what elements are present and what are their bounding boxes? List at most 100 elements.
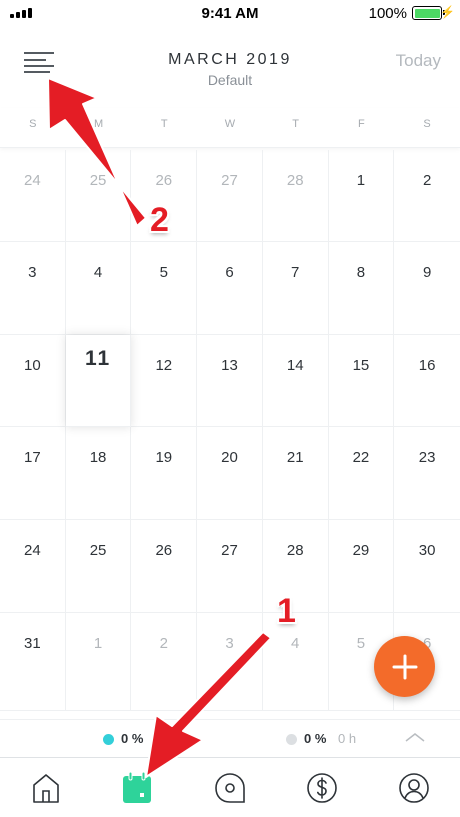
day-number: 7 bbox=[291, 264, 300, 281]
battery-percentage: 100% bbox=[368, 5, 407, 22]
summary-dot-right bbox=[286, 734, 297, 745]
day-number: 6 bbox=[225, 264, 234, 281]
day-number: 13 bbox=[221, 357, 238, 374]
calendar-day[interactable]: 8 bbox=[328, 242, 395, 335]
tab-money[interactable] bbox=[292, 764, 352, 812]
day-number: 14 bbox=[286, 357, 304, 374]
day-number: 18 bbox=[89, 449, 107, 466]
day-number: 25 bbox=[89, 172, 107, 189]
tab-location[interactable] bbox=[200, 764, 260, 812]
day-number: 2 bbox=[159, 635, 168, 652]
calendar-day[interactable]: 23 bbox=[394, 427, 460, 520]
calendar-day[interactable]: 1 bbox=[65, 613, 132, 711]
day-number: 31 bbox=[24, 635, 41, 652]
calendar-day[interactable]: 14 bbox=[262, 335, 329, 427]
calendar-day[interactable]: 5 bbox=[131, 242, 198, 335]
calendar-day[interactable]: 17 bbox=[0, 427, 66, 520]
weekday-label: T bbox=[292, 118, 300, 130]
day-number: 5 bbox=[159, 264, 168, 281]
day-number: 1 bbox=[356, 172, 366, 189]
calendar-day[interactable]: 12 bbox=[131, 335, 198, 427]
calendar-day[interactable]: 25 bbox=[65, 520, 132, 613]
today-button[interactable]: Today bbox=[396, 51, 441, 71]
calendar-day[interactable]: 21 bbox=[262, 427, 329, 520]
tab-calendar[interactable] bbox=[107, 764, 167, 812]
tab-home[interactable] bbox=[16, 764, 76, 812]
calendar-day[interactable]: 18 bbox=[65, 427, 132, 520]
calendar-day[interactable]: 28 bbox=[262, 150, 329, 242]
location-pin-icon bbox=[215, 773, 245, 803]
summary-percent-right: 0 % bbox=[304, 731, 327, 746]
calendar-day[interactable]: 15 bbox=[328, 335, 395, 427]
day-number: 26 bbox=[155, 172, 173, 189]
chevron-up-icon[interactable] bbox=[404, 730, 426, 744]
calendar-day[interactable]: 24 bbox=[0, 150, 66, 242]
calendar-day[interactable]: 24 bbox=[0, 520, 66, 613]
home-icon bbox=[33, 774, 59, 803]
calendar-header: MARCH 2019 Default Today bbox=[0, 30, 460, 100]
calendar-day[interactable]: 13 bbox=[197, 335, 263, 427]
summary-bar: 0 % 0 0 % 0 h bbox=[0, 719, 460, 757]
calendar-day[interactable]: 2 bbox=[394, 150, 460, 242]
calendar-day[interactable]: 4 bbox=[65, 242, 132, 335]
calendar-grid: 24 25 26 27 28 1 2 3 4 5 6 7 8 9 10 11 12 13 14 15 16 17 18 19 2… bbox=[0, 150, 460, 718]
month-title: MARCH 2019 bbox=[168, 51, 292, 68]
tab-bar bbox=[0, 757, 460, 817]
calendar-day[interactable]: 1 bbox=[328, 150, 395, 242]
calendar-day[interactable]: 26 bbox=[131, 520, 198, 613]
day-number: 24 bbox=[24, 172, 41, 189]
day-number: 1 bbox=[93, 635, 103, 652]
day-number: 8 bbox=[356, 264, 366, 281]
day-number: 26 bbox=[155, 542, 173, 559]
calendar-day[interactable]: 25 bbox=[65, 150, 132, 242]
plus-icon bbox=[392, 654, 417, 679]
calendar-day[interactable]: 30 bbox=[394, 520, 460, 613]
calendar-name: Default bbox=[207, 72, 253, 88]
calendar-day[interactable]: 31 bbox=[0, 613, 66, 711]
calendar-day[interactable]: 27 bbox=[197, 520, 263, 613]
calendar-day[interactable]: 3 bbox=[197, 613, 263, 711]
weekday-label: S bbox=[423, 118, 431, 130]
calendar-day[interactable]: 16 bbox=[394, 335, 460, 427]
calendar-day[interactable]: 9 bbox=[394, 242, 460, 335]
day-number: 21 bbox=[286, 449, 304, 466]
weekday-label: F bbox=[358, 118, 365, 130]
day-number: 20 bbox=[221, 449, 238, 466]
calendar-day[interactable]: 6 bbox=[197, 242, 263, 335]
day-number: 2 bbox=[422, 172, 432, 189]
charging-bolt-icon: ⚡ bbox=[440, 5, 455, 19]
annotation-label-1: 1 bbox=[277, 592, 296, 630]
calendar-day[interactable]: 20 bbox=[197, 427, 263, 520]
annotation-label-2: 2 bbox=[150, 201, 169, 239]
day-number: 16 bbox=[418, 357, 436, 374]
summary-hours-left: 0 bbox=[155, 731, 163, 746]
calendar-day-today[interactable]: 11 bbox=[65, 335, 132, 427]
calendar-day[interactable]: 22 bbox=[328, 427, 395, 520]
calendar-day[interactable]: 3 bbox=[0, 242, 66, 335]
day-number: 19 bbox=[155, 449, 173, 466]
weekday-label: T bbox=[160, 118, 168, 130]
day-number: 9 bbox=[422, 264, 432, 281]
status-bar: 9:41 AM 100% ⚡ bbox=[0, 0, 460, 26]
weekday-label: M bbox=[93, 118, 104, 130]
day-number: 25 bbox=[89, 542, 107, 559]
calendar-day[interactable]: 27 bbox=[197, 150, 263, 242]
day-number: 28 bbox=[286, 172, 304, 189]
calendar-day[interactable]: 7 bbox=[262, 242, 329, 335]
day-number: 29 bbox=[352, 542, 370, 559]
calendar-day[interactable]: 29 bbox=[328, 520, 395, 613]
calendar-day[interactable]: 2 bbox=[131, 613, 198, 711]
day-number: 3 bbox=[225, 635, 234, 652]
calendar-icon bbox=[123, 771, 151, 803]
day-number: 17 bbox=[24, 449, 41, 466]
tab-profile[interactable] bbox=[384, 764, 444, 812]
weekday-header: S M T W T F S bbox=[0, 108, 460, 148]
calendar-day[interactable]: 19 bbox=[131, 427, 198, 520]
add-button[interactable] bbox=[374, 636, 435, 697]
calendar-day[interactable]: 10 bbox=[0, 335, 66, 427]
day-number: 24 bbox=[24, 542, 41, 559]
day-number: 30 bbox=[418, 542, 436, 559]
day-number: 3 bbox=[28, 264, 37, 281]
day-number: 11 bbox=[84, 347, 112, 370]
day-number: 12 bbox=[155, 357, 173, 374]
